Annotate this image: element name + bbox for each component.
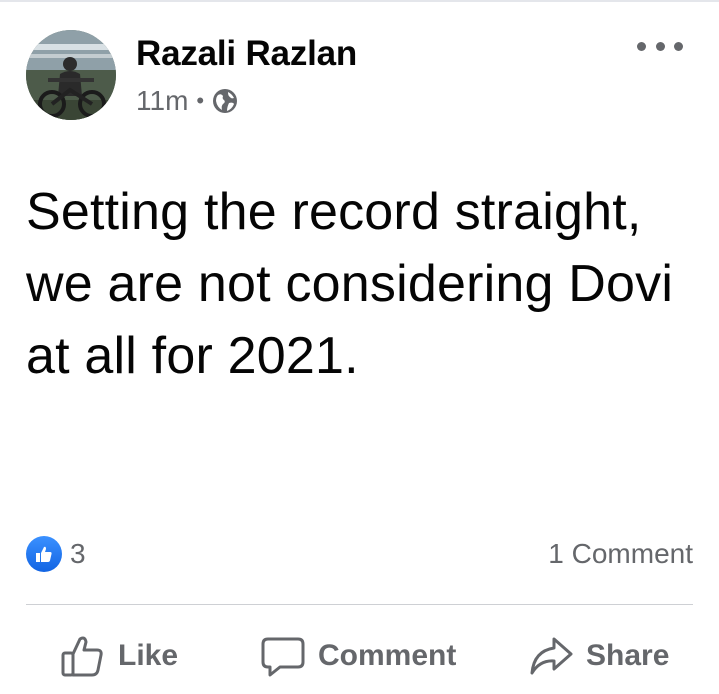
top-border [0, 0, 719, 2]
post-text: Setting the record straight, we are not … [26, 183, 674, 385]
thumbs-up-icon [61, 636, 103, 677]
comment-count[interactable]: 1 Comment [548, 536, 693, 572]
more-options-icon[interactable] [637, 36, 683, 56]
like-button[interactable]: Like [60, 628, 178, 684]
reaction-count: 3 [70, 538, 86, 569]
comment-label: Comment [318, 639, 457, 672]
avatar[interactable] [26, 30, 116, 120]
divider [26, 604, 693, 605]
globe-icon[interactable] [212, 88, 238, 114]
post-timestamp[interactable]: 11m [136, 84, 188, 118]
action-bar: Like Comment Share [26, 628, 693, 684]
post-meta: 11m • [136, 84, 238, 118]
more-dot [674, 41, 683, 51]
share-arrow-icon [530, 637, 573, 675]
share-label: Share [586, 639, 670, 672]
reaction-summary[interactable]: 3 [26, 536, 86, 572]
like-label: Like [118, 639, 179, 672]
more-dot [637, 41, 646, 51]
meta-separator: • [196, 88, 205, 113]
comment-button[interactable]: Comment [260, 628, 456, 684]
more-dot [655, 41, 665, 51]
author-name[interactable]: Razali Razlan [136, 34, 357, 74]
comment-bubble-icon [261, 637, 305, 677]
like-reaction-icon [26, 536, 62, 572]
share-button[interactable]: Share [528, 628, 669, 684]
